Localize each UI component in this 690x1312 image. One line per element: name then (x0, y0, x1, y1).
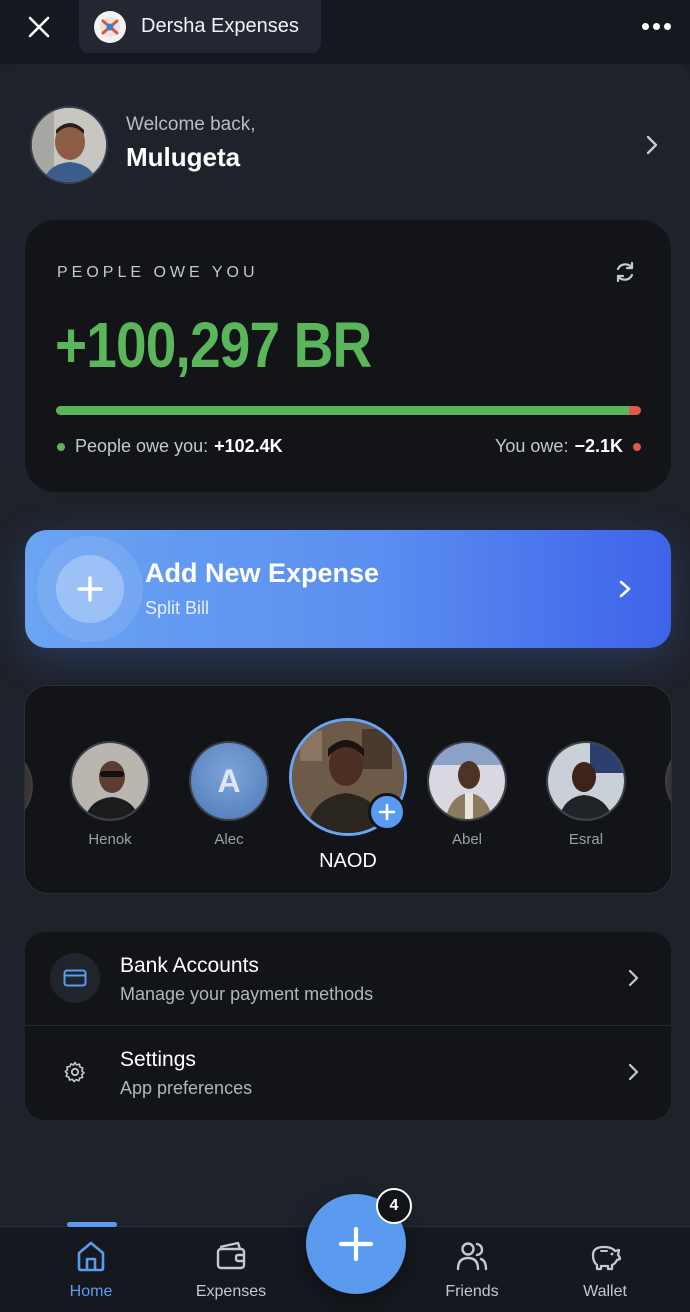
people-owe-legend: People owe you: +102.4K (57, 436, 283, 457)
friend-name: Alec (214, 831, 244, 848)
close-button[interactable] (22, 10, 56, 44)
friend-alec[interactable]: A Alec (189, 741, 269, 848)
notification-badge: 4 (376, 1188, 412, 1224)
more-dot-icon (663, 22, 671, 30)
friend-avatar: A (189, 741, 269, 821)
friend-name: Abel (451, 831, 483, 848)
add-expense-title: Add New Expense (145, 558, 380, 588)
piggy-bank-icon (591, 1245, 622, 1271)
more-dot-icon (652, 22, 660, 30)
red-dot-icon (633, 442, 641, 451)
friend-esral[interactable]: Esral (546, 741, 626, 848)
friend-avatar-partial[interactable] (25, 746, 33, 826)
settings-row[interactable]: Settings App preferences (25, 1026, 671, 1120)
nav-wallet-label: Wallet (583, 1283, 627, 1300)
nav-expenses[interactable]: Expenses (176, 1239, 286, 1301)
user-avatar (30, 106, 108, 184)
plus-icon (338, 1226, 374, 1262)
you-owe-value: −2.1K (574, 436, 623, 456)
close-icon (28, 16, 50, 38)
balance-label: PEOPLE OWE YOU (57, 264, 259, 281)
add-expense-subtitle: Split Bill (145, 598, 210, 618)
friend-abel[interactable]: Abel (427, 741, 507, 848)
app-logo-icon (94, 10, 126, 43)
bank-accounts-title: Bank Accounts (120, 954, 259, 977)
user-name: Mulugeta (126, 142, 241, 172)
bank-accounts-row[interactable]: Bank Accounts Manage your payment method… (25, 932, 671, 1026)
friend-initial: A (217, 762, 241, 799)
friend-henok[interactable]: Henok (70, 741, 150, 848)
app-title: Dersha Expenses (141, 15, 299, 37)
friend-avatar (546, 741, 626, 821)
plus-icon (378, 803, 396, 821)
chevron-right-icon (628, 1063, 639, 1081)
balance-card: PEOPLE OWE YOU +100,297 BR People owe yo… (25, 220, 671, 492)
add-friend-button[interactable] (368, 793, 406, 831)
people-owe-label: People owe you: (75, 436, 209, 456)
balance-progress-bar (56, 406, 641, 415)
chevron-right-icon (628, 969, 639, 987)
wallet-icon (216, 1241, 246, 1270)
balance-amount: +100,297 BR (55, 309, 372, 381)
credit-card-icon (50, 953, 100, 1003)
friend-avatar (70, 741, 150, 821)
friend-avatar (427, 741, 507, 821)
friend-avatar-partial[interactable] (665, 741, 671, 821)
nav-home-label: Home (69, 1283, 113, 1300)
nav-home[interactable]: Home (36, 1239, 146, 1301)
app-title-pill[interactable]: Dersha Expenses (79, 0, 321, 53)
add-expense-button[interactable]: Add New Expense Split Bill (25, 530, 671, 648)
friends-carousel[interactable]: Henok A Alec NAOD Abel Esral (24, 685, 672, 894)
friends-icon (456, 1242, 488, 1271)
more-dot-icon (641, 22, 649, 30)
nav-friends[interactable]: Friends (417, 1239, 527, 1301)
green-dot-icon (57, 442, 65, 451)
top-bar: Dersha Expenses (0, 0, 690, 64)
active-tab-indicator (67, 1222, 117, 1227)
people-owe-value: +102.4K (214, 436, 283, 456)
welcome-greeting: Welcome back, (126, 114, 256, 135)
bank-accounts-subtitle: Manage your payment methods (120, 984, 374, 1004)
balance-progress-fill (56, 406, 630, 415)
friend-name: Henok (88, 831, 132, 848)
gear-icon (50, 1047, 100, 1097)
friend-name: NAOD (319, 850, 377, 872)
nav-expenses-label: Expenses (195, 1283, 267, 1300)
more-options-button[interactable] (638, 12, 674, 40)
chevron-right-icon (619, 580, 631, 598)
refresh-icon[interactable] (613, 260, 637, 284)
welcome-row[interactable]: Welcome back, Mulugeta (30, 106, 670, 184)
friend-name: Esral (568, 831, 604, 848)
settings-subtitle: App preferences (120, 1078, 253, 1098)
chevron-right-icon (646, 135, 658, 155)
nav-friends-label: Friends (445, 1283, 499, 1300)
nav-wallet[interactable]: Wallet (550, 1239, 660, 1301)
menu-card: Bank Accounts Manage your payment method… (25, 932, 671, 1120)
you-owe-legend: You owe: −2.1K (495, 436, 641, 457)
home-icon (77, 1241, 105, 1272)
settings-title: Settings (120, 1048, 196, 1071)
you-owe-label: You owe: (495, 436, 569, 456)
plus-circle-icon (56, 555, 124, 623)
